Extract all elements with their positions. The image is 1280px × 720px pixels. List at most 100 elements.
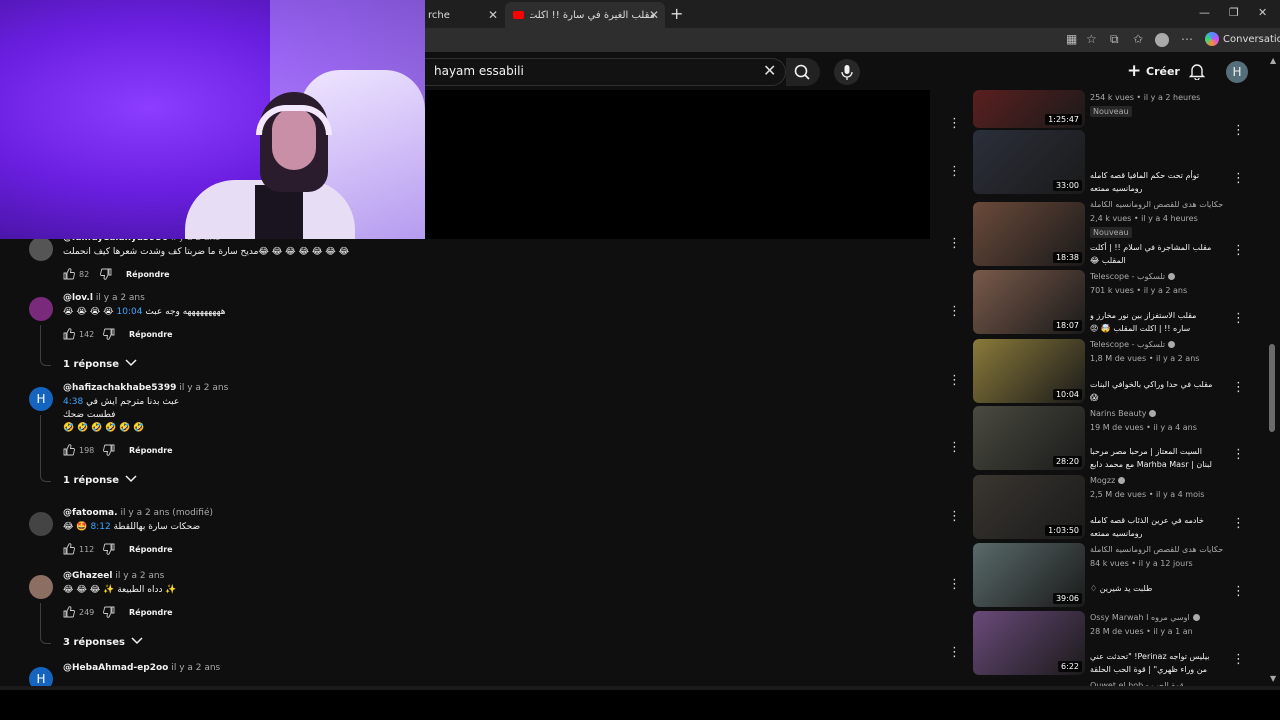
video-title[interactable]: طلبت يد شيرين ♢: [1090, 582, 1216, 595]
dislike-icon[interactable]: [103, 444, 115, 458]
comment-timestamp-link[interactable]: 4:38: [63, 397, 83, 407]
like-icon[interactable]: [63, 543, 75, 557]
like-icon[interactable]: [63, 268, 75, 282]
channel-name[interactable]: Ossy Marwah I اوسي مروه: [1090, 613, 1190, 622]
scroll-up-icon[interactable]: ▲: [1270, 56, 1276, 65]
comment-author[interactable]: @Ghazeel: [63, 571, 112, 581]
dislike-icon[interactable]: [103, 328, 115, 342]
comment-date[interactable]: il y a 2 ans: [171, 239, 220, 243]
channel-name[interactable]: Mogzz: [1090, 476, 1115, 485]
create-label[interactable]: Créer: [1146, 65, 1180, 78]
video-thumbnail[interactable]: 18:38: [973, 202, 1085, 266]
close-window-icon[interactable]: ✕: [1258, 6, 1267, 19]
channel-name[interactable]: Narins Beauty: [1090, 409, 1146, 418]
video-more-icon[interactable]: ⋮: [948, 117, 961, 130]
close-tab-icon[interactable]: ✕: [649, 8, 659, 22]
video-more-icon[interactable]: ⋮: [948, 578, 961, 591]
clear-search-icon[interactable]: ✕: [763, 61, 776, 80]
reply-button[interactable]: Répondre: [129, 330, 173, 339]
notifications-bell-icon[interactable]: [1189, 62, 1205, 80]
comment-avatar[interactable]: [29, 575, 53, 599]
video-options-icon[interactable]: ⋮: [1232, 585, 1245, 598]
video-more-icon[interactable]: ⋮: [948, 374, 961, 387]
video-options-icon[interactable]: ⋮: [1232, 653, 1245, 666]
more-menu-icon[interactable]: ⋯: [1181, 32, 1193, 46]
favorites-icon[interactable]: ✩: [1133, 32, 1143, 46]
comment-avatar[interactable]: [29, 239, 53, 261]
reply-button[interactable]: Répondre: [129, 446, 173, 455]
video-channel[interactable]: Narins Beauty: [1090, 409, 1157, 418]
video-channel[interactable]: Mogzz: [1090, 476, 1126, 485]
split-screen-icon[interactable]: ▦: [1066, 32, 1077, 46]
video-title[interactable]: مقلب الاستفزاز بين نور مخارز و ساره !! |…: [1090, 309, 1216, 335]
replies-toggle[interactable]: 3 réponses: [63, 637, 143, 648]
restore-icon[interactable]: ❐: [1229, 6, 1239, 19]
comment-timestamp-link[interactable]: 10:04: [117, 307, 143, 317]
video-more-icon[interactable]: ⋮: [948, 305, 961, 318]
like-icon[interactable]: [63, 606, 75, 620]
video-title[interactable]: السيت المعتاز | مرحبا مصر مرحبا لبنان | …: [1090, 445, 1216, 471]
search-button[interactable]: [786, 58, 820, 86]
browser-profile-avatar[interactable]: [1155, 33, 1169, 47]
video-thumbnail[interactable]: 28:20: [973, 406, 1085, 470]
comment-author[interactable]: @fatooma.: [63, 508, 118, 518]
comment-author[interactable]: @lulifayealahya5956: [63, 239, 168, 243]
video-thumbnail[interactable]: 10:04: [973, 339, 1085, 403]
comment-timestamp-link[interactable]: 8:12: [90, 522, 110, 532]
favorite-star-icon[interactable]: ☆: [1086, 32, 1097, 46]
channel-name[interactable]: حكايات هدى للقصص الرومانسيه الكاملة: [1090, 200, 1223, 209]
scroll-down-icon[interactable]: ▼: [1270, 674, 1276, 683]
comment-avatar[interactable]: H: [29, 667, 53, 686]
comment-author[interactable]: @lov.l: [63, 293, 93, 303]
video-options-icon[interactable]: ⋮: [1232, 381, 1245, 394]
reply-button[interactable]: Répondre: [129, 545, 173, 554]
browser-tab-active[interactable]: مقلب الغيرة في سارة !! اكلت ال... ✕: [505, 2, 665, 28]
video-thumbnail[interactable]: 1:25:47: [973, 90, 1085, 128]
video-thumbnail[interactable]: 6:22: [973, 611, 1085, 675]
comment-author[interactable]: @hafizachakhabe5399: [63, 383, 176, 393]
video-options-icon[interactable]: ⋮: [1232, 244, 1245, 257]
video-title[interactable]: مقلب في حدا وراكي بالخوافي البنات 😱: [1090, 378, 1216, 404]
channel-name[interactable]: Telescope - تلسكوب: [1090, 272, 1165, 281]
video-options-icon[interactable]: ⋮: [1232, 312, 1245, 325]
video-channel[interactable]: Telescope - تلسكوب: [1090, 272, 1176, 281]
comment-date[interactable]: il y a 2 ans: [179, 383, 228, 393]
video-title[interactable]: خادمه في عرين الذئاب قصه كامله رومانسيه …: [1090, 514, 1216, 540]
video-channel[interactable]: حكايات هدى للقصص الرومانسيه الكاملة: [1090, 545, 1223, 554]
video-more-icon[interactable]: ⋮: [948, 441, 961, 454]
video-channel[interactable]: Ossy Marwah I اوسي مروه: [1090, 613, 1200, 622]
video-title[interactable]: مقلب المشاجرة في اسلام !! | أكلت المقلب …: [1090, 241, 1216, 267]
search-query[interactable]: hayam essabili: [434, 64, 524, 78]
minimize-icon[interactable]: —: [1199, 6, 1210, 19]
video-options-icon[interactable]: ⋮: [1232, 124, 1245, 137]
replies-toggle[interactable]: 1 réponse: [63, 359, 137, 370]
comment-date[interactable]: il y a 2 ans: [171, 663, 220, 673]
video-thumbnail[interactable]: 1:03:50: [973, 475, 1085, 539]
like-icon[interactable]: [63, 328, 75, 342]
comment-author[interactable]: @HebaAhmad-ep2oo: [63, 663, 168, 673]
video-thumbnail[interactable]: 33:00: [973, 130, 1085, 194]
video-thumbnail[interactable]: 39:06: [973, 543, 1085, 607]
conversation-button[interactable]: Conversation: [1223, 34, 1280, 45]
comment-date[interactable]: il y a 2 ans: [96, 293, 145, 303]
dislike-icon[interactable]: [103, 543, 115, 557]
replies-toggle[interactable]: 1 réponse: [63, 475, 137, 486]
channel-name[interactable]: حكايات هدى للقصص الرومانسيه الكاملة: [1090, 545, 1223, 554]
comment-avatar[interactable]: H: [29, 387, 53, 411]
new-tab-icon[interactable]: +: [670, 4, 683, 23]
copilot-icon[interactable]: [1205, 32, 1219, 46]
close-tab-icon[interactable]: ✕: [488, 8, 498, 22]
dislike-icon[interactable]: [100, 268, 112, 282]
voice-search-button[interactable]: [834, 59, 860, 85]
video-thumbnail[interactable]: 18:07: [973, 270, 1085, 334]
channel-name[interactable]: Telescope - تلسكوب: [1090, 340, 1165, 349]
video-title[interactable]: بيليس تواجه Perinaz! "تحدثت عني من وراء …: [1090, 650, 1216, 676]
video-more-icon[interactable]: ⋮: [948, 646, 961, 659]
video-options-icon[interactable]: ⋮: [1232, 172, 1245, 185]
comment-avatar[interactable]: [29, 512, 53, 536]
comment-date[interactable]: il y a 2 ans: [115, 571, 164, 581]
video-more-icon[interactable]: ⋮: [948, 165, 961, 178]
user-avatar[interactable]: H: [1226, 61, 1248, 83]
video-options-icon[interactable]: ⋮: [1232, 517, 1245, 530]
comment-date[interactable]: il y a 2 ans (modifié): [121, 508, 214, 518]
